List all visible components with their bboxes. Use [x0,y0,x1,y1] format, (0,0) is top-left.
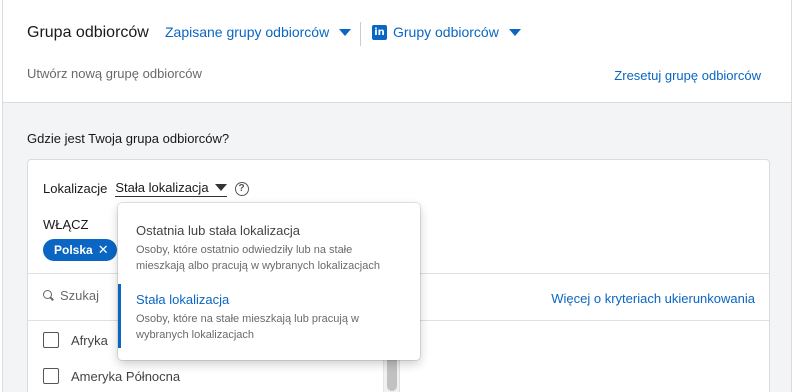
linkedin-icon: in [372,24,387,40]
saved-groups-dropdown[interactable]: Zapisane grupy odbiorców [165,24,352,40]
option-title: Ostatnia lub stała lokalizacja [136,223,301,238]
header-divider [360,22,361,46]
panel-title: Grupa odbiorców [27,24,149,41]
chevron-down-icon [508,28,521,36]
list-item[interactable]: Afryka [43,332,108,348]
more-criteria-link[interactable]: Więcej o kryteriach ukierunkowania [551,291,755,306]
audience-header: Grupa odbiorców Zapisane grupy odbiorców… [3,0,791,103]
option-recent-or-permanent[interactable]: Ostatnia lub stała lokalizacja Osoby, kt… [118,223,420,274]
chevron-down-icon [339,28,352,36]
location-chip[interactable]: Polska ✕ [43,239,117,261]
caret-down-icon [214,184,227,191]
groups-dropdown[interactable]: in Grupy odbiorców [372,24,521,40]
location-row: Lokalizacje Stała lokalizacja ? [43,180,249,197]
include-label: WŁĄCZ [43,217,89,232]
option-title: Stała lokalizacja [136,292,230,307]
location-search[interactable]: Szukaj [43,288,99,303]
location-label: Lokalizacje [43,181,108,196]
option-description: Osoby, które ostatnio odwiedziły lub na … [136,244,380,272]
checkbox[interactable] [43,368,59,384]
location-type-dropdown: Ostatnia lub stała lokalizacja Osoby, kt… [118,203,420,360]
saved-groups-label: Zapisane grupy odbiorców [165,24,330,40]
checkbox[interactable] [43,332,59,348]
list-item-label: Ameryka Północna [71,368,181,384]
groups-label: Grupy odbiorców [393,24,499,40]
option-permanent[interactable]: Stała lokalizacja Osoby, które na stałe … [118,284,420,348]
location-type-select[interactable]: Stała lokalizacja [115,180,227,197]
close-icon[interactable]: ✕ [98,242,109,258]
location-type-value: Stała lokalizacja [115,180,209,195]
location-question: Gdzie jest Twoja grupa odbiorców? [27,131,230,146]
chip-label: Polska [54,243,93,257]
option-description: Osoby, które na stałe mieszkają lub prac… [136,313,359,341]
list-item-label: Afryka [71,332,108,348]
help-icon[interactable]: ? [234,181,249,196]
list-item[interactable]: Ameryka Północna [43,368,180,384]
search-icon [43,290,54,301]
reset-group-link[interactable]: Zresetuj grupę odbiorców [614,68,761,83]
search-placeholder: Szukaj [60,288,100,303]
create-group-subtitle: Utwórz nową grupę odbiorców [27,66,202,81]
